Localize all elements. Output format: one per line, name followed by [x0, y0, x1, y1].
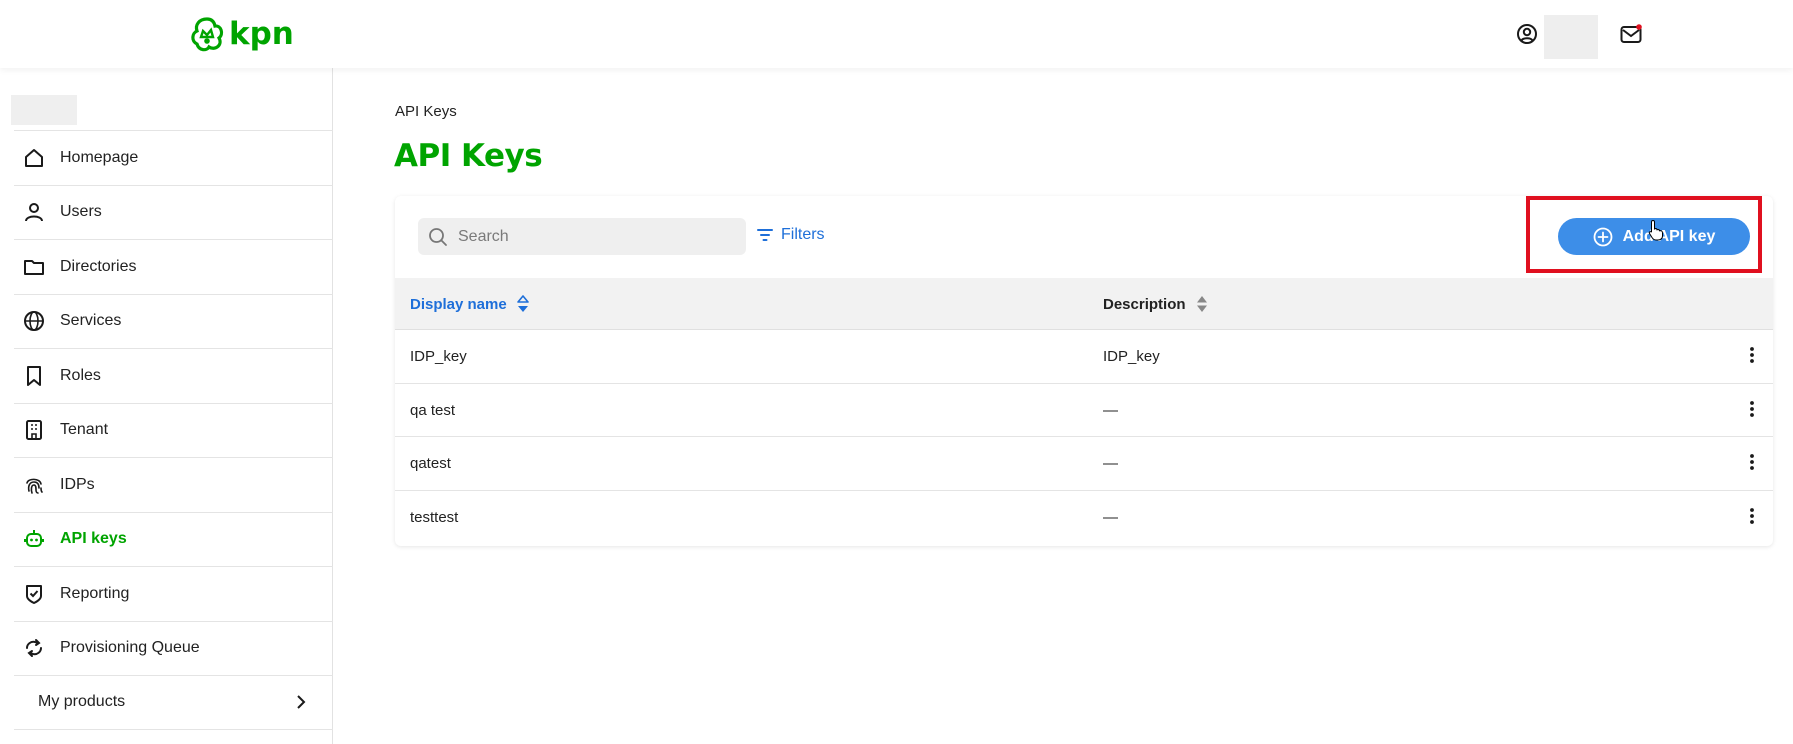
chevron-right-icon [297, 695, 306, 709]
sidebar-item-users[interactable]: Users [14, 184, 333, 240]
logo-text: kpn [229, 16, 294, 52]
cell-description: — [1103, 455, 1118, 472]
sync-icon [22, 636, 46, 660]
sidebar-item-my-products[interactable]: My products [14, 675, 333, 730]
building-icon [22, 418, 46, 442]
sidebar-item-label: Services [60, 312, 122, 330]
api-keys-table-card: Filters Add API key Display name Descrip… [395, 196, 1773, 546]
search-input[interactable] [458, 227, 738, 246]
hand-cursor-icon [1648, 219, 1663, 241]
sidebar-item-label: Tenant [60, 421, 109, 439]
sidebar-item-idps[interactable]: IDPs [14, 457, 333, 512]
breadcrumb[interactable]: API Keys [395, 103, 457, 120]
cell-description: — [1103, 401, 1118, 419]
search-icon [429, 227, 447, 246]
fingerprint-icon [22, 473, 46, 497]
sidebar-item-tenant[interactable]: Tenant [14, 402, 333, 458]
filter-icon [757, 229, 773, 241]
sort-icon [1196, 296, 1207, 312]
plus-circle-icon [1593, 227, 1613, 246]
column-header-display-name[interactable]: Display name [410, 295, 529, 313]
row-menu-icon[interactable] [1742, 398, 1762, 420]
user-circle-icon[interactable] [1516, 23, 1538, 45]
sidebar-item-roles[interactable]: Roles [14, 348, 333, 403]
home-icon [22, 146, 46, 170]
sidebar-item-label: Users [60, 203, 102, 221]
row-menu-icon[interactable] [1742, 505, 1762, 527]
cell-display-name: qa test [410, 401, 456, 419]
shield-check-icon [22, 582, 46, 606]
sidebar-item-services[interactable]: Services [14, 293, 333, 349]
table-row[interactable]: qatest — [395, 437, 1773, 491]
add-button-label: Add API key [1622, 227, 1716, 245]
column-label: Description [1103, 295, 1186, 313]
globe-icon [22, 309, 46, 333]
sidebar-item-api-keys[interactable]: API keys [14, 511, 333, 567]
sidebar-item-label: IDPs [60, 475, 95, 493]
row-menu-icon[interactable] [1742, 451, 1762, 473]
sidebar-nav: Homepage Users Directories Services Role… [14, 130, 333, 730]
sidebar-item-label: API keys [60, 530, 127, 548]
sidebar: Homepage Users Directories Services Role… [0, 68, 333, 744]
user-icon [22, 200, 46, 224]
table-row[interactable]: testtest — [395, 491, 1773, 545]
sidebar-item-label: Homepage [60, 148, 139, 166]
table-row[interactable]: IDP_key IDP_key [395, 330, 1773, 384]
folder-icon [22, 255, 46, 279]
sidebar-item-label: My products [38, 693, 126, 711]
cell-display-name: testtest [410, 508, 459, 526]
sidebar-item-label: Reporting [60, 584, 130, 602]
sidebar-item-provisioning-queue[interactable]: Provisioning Queue [14, 620, 333, 676]
cell-display-name: IDP_key [410, 348, 467, 365]
account-name-placeholder[interactable] [1544, 15, 1598, 59]
cell-description: — [1103, 508, 1118, 526]
sort-icon [516, 295, 529, 312]
robot-icon [22, 527, 46, 551]
row-menu-icon[interactable] [1742, 344, 1762, 366]
table-row[interactable]: qa test — [395, 384, 1773, 437]
bookmark-icon [22, 364, 46, 388]
sidebar-item-label: Roles [60, 366, 101, 384]
organization-placeholder [11, 95, 77, 125]
sidebar-item-directories[interactable]: Directories [14, 239, 333, 294]
cell-display-name: qatest [410, 455, 451, 472]
search-box[interactable] [418, 218, 746, 255]
top-header: kpn [0, 0, 1793, 68]
sidebar-item-label: Directories [60, 257, 137, 275]
kpn-logo[interactable]: kpn [189, 14, 294, 54]
kpn-crown-icon [191, 17, 224, 52]
mail-notification-icon[interactable] [1620, 24, 1642, 44]
column-header-description[interactable]: Description [1103, 295, 1208, 313]
column-label: Display name [410, 295, 507, 313]
filters-button[interactable]: Filters [757, 226, 825, 244]
page-title: API Keys [394, 138, 543, 174]
sidebar-item-label: Provisioning Queue [60, 639, 200, 657]
sidebar-item-reporting[interactable]: Reporting [14, 566, 333, 621]
table-header: Display name Description [395, 278, 1773, 330]
cell-description: IDP_key [1103, 348, 1160, 365]
sidebar-item-homepage[interactable]: Homepage [14, 130, 333, 185]
filters-label: Filters [781, 226, 825, 243]
